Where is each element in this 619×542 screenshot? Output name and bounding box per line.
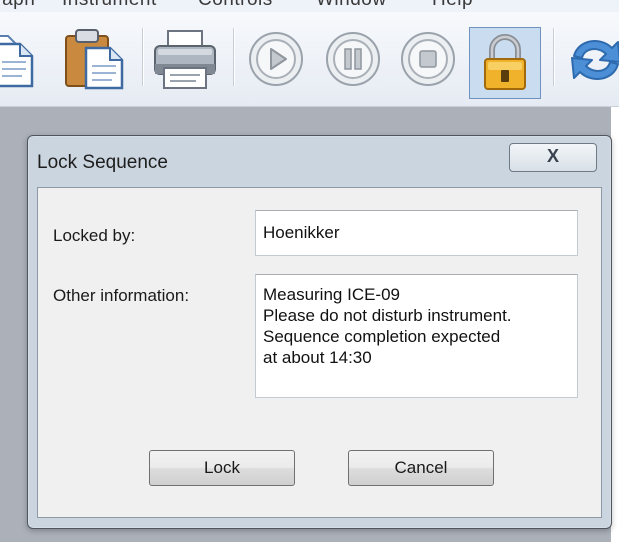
stop-icon: [401, 32, 455, 86]
play-button[interactable]: [245, 28, 307, 90]
lock-button[interactable]: Lock: [149, 450, 295, 486]
close-button[interactable]: X: [509, 143, 597, 172]
menu-controls[interactable]: Controls: [198, 0, 273, 11]
lock-sequence-button[interactable]: [469, 27, 541, 99]
application-window: Graph Instrument Controls Window Help: [0, 0, 619, 542]
menu-graph[interactable]: Graph: [0, 0, 35, 11]
play-icon: [249, 32, 303, 86]
other-information-textarea[interactable]: Measuring ICE-09 Please do not disturb i…: [255, 274, 578, 398]
toolbar-separator: [233, 28, 234, 86]
lock-sequence-dialog: Lock Sequence X Locked by: Other informa…: [27, 135, 612, 529]
dialog-titlebar[interactable]: Lock Sequence X: [28, 136, 611, 186]
locked-by-label: Locked by:: [53, 226, 136, 245]
menu-window[interactable]: Window: [316, 0, 387, 11]
other-information-label: Other information:: [53, 286, 190, 305]
copy-icon: [0, 35, 34, 88]
cancel-button[interactable]: Cancel: [348, 450, 494, 486]
paste-icon: [65, 29, 124, 90]
stop-button[interactable]: [397, 28, 459, 90]
workspace-edge: [611, 107, 619, 542]
pause-icon: [326, 32, 380, 86]
menu-instrument[interactable]: Instrument: [62, 0, 157, 11]
refresh-icon: [571, 40, 619, 80]
padlock-icon: [484, 34, 526, 90]
pause-button[interactable]: [322, 28, 384, 90]
toolbar: [0, 12, 619, 107]
menu-help[interactable]: Help: [432, 0, 473, 11]
print-button[interactable]: [150, 28, 220, 92]
refresh-button[interactable]: [566, 32, 619, 88]
copy-button[interactable]: [0, 30, 38, 90]
toolbar-separator: [553, 28, 554, 86]
toolbar-separator: [142, 28, 143, 86]
locked-by-input[interactable]: [255, 210, 578, 256]
printer-icon: [154, 30, 216, 89]
dialog-title: Lock Sequence: [37, 152, 168, 173]
paste-button[interactable]: [62, 26, 128, 92]
menu-bar: Graph Instrument Controls Window Help: [0, 0, 619, 12]
dialog-body: Locked by: Other information: Measuring …: [37, 187, 602, 518]
close-icon: X: [546, 146, 559, 166]
